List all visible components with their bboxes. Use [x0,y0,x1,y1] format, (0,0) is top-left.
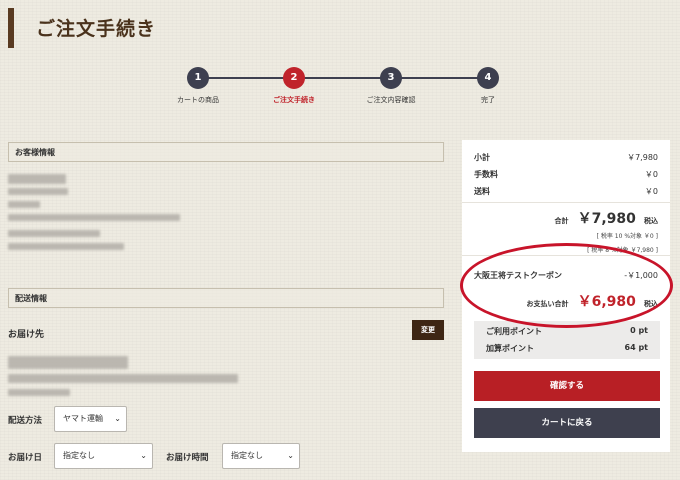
page-title: ご注文手続き [36,18,157,40]
confirm-button[interactable]: 確認する [474,371,660,401]
destination-phone-redacted [8,389,70,396]
delivery-date-select[interactable]: 指定なし ⌄ [54,443,153,469]
delivery-time-label: お届け時間 [166,453,209,463]
step-2-label: ご注文手続き [273,96,315,104]
chevron-down-icon: ⌄ [140,451,147,460]
destination-label: お届け先 [8,330,45,340]
customer-address-redacted [8,214,180,221]
chevron-down-icon: ⌄ [287,451,294,460]
customer-name-redacted [8,174,66,184]
postage-value: ￥0 [644,187,658,196]
total-row: 合計 ￥7,980 税込 [555,208,658,228]
change-destination-button[interactable]: 変更 [412,320,444,340]
customer-email-redacted [8,243,124,250]
use-points-value: 0 pt [630,326,648,335]
delivery-method-label: 配送方法 [8,416,43,426]
delivery-date-value: 指定なし [63,451,95,460]
add-points-value: 64 pt [624,343,648,352]
subtotal-value: ￥7,980 [627,153,658,162]
steps-connector [198,77,488,79]
tax-rate-note: [ 税率 10 %対象 ￥0 ] [596,233,658,240]
customer-zip-redacted [8,201,40,208]
delivery-method-select[interactable]: ヤマト運輸 ⌄ [54,406,127,432]
delivery-time-value: 指定なし [231,451,263,460]
step-4-circle: 4 [477,67,499,89]
step-1-label: カートの商品 [177,96,219,104]
customer-info-heading: お客様情報 [8,142,444,162]
step-4-label: 完了 [481,96,495,104]
fee-value: ￥0 [644,170,658,179]
step-3-label: ご注文内容確認 [366,96,416,104]
add-points-label: 加算ポイント [486,344,534,353]
step-2-circle: 2 [283,67,305,89]
shipping-info-heading: 配送情報 [8,288,444,308]
destination-name-redacted [8,356,128,369]
use-points-label: ご利用ポイント [486,327,542,336]
destination-address-redacted [8,374,238,383]
total-value: ￥7,980 [577,211,636,227]
subtotal-label: 小計 [474,153,490,162]
back-to-cart-button[interactable]: カートに戻る [474,408,660,438]
highlight-annotation-ellipse [460,243,673,328]
step-1-circle: 1 [187,67,209,89]
delivery-date-label: お届け日 [8,453,43,463]
total-tax-suffix: 税込 [644,217,658,225]
customer-kana-redacted [8,188,68,195]
title-accent-bar [8,8,14,48]
summary-divider [462,202,670,203]
chevron-down-icon: ⌄ [114,414,121,423]
fee-label: 手数料 [474,170,498,179]
customer-phone-redacted [8,230,100,237]
step-3-circle: 3 [380,67,402,89]
postage-label: 送料 [474,187,490,196]
delivery-time-select[interactable]: 指定なし ⌄ [222,443,300,469]
total-label: 合計 [554,217,569,225]
delivery-method-value: ヤマト運輸 [63,414,103,423]
